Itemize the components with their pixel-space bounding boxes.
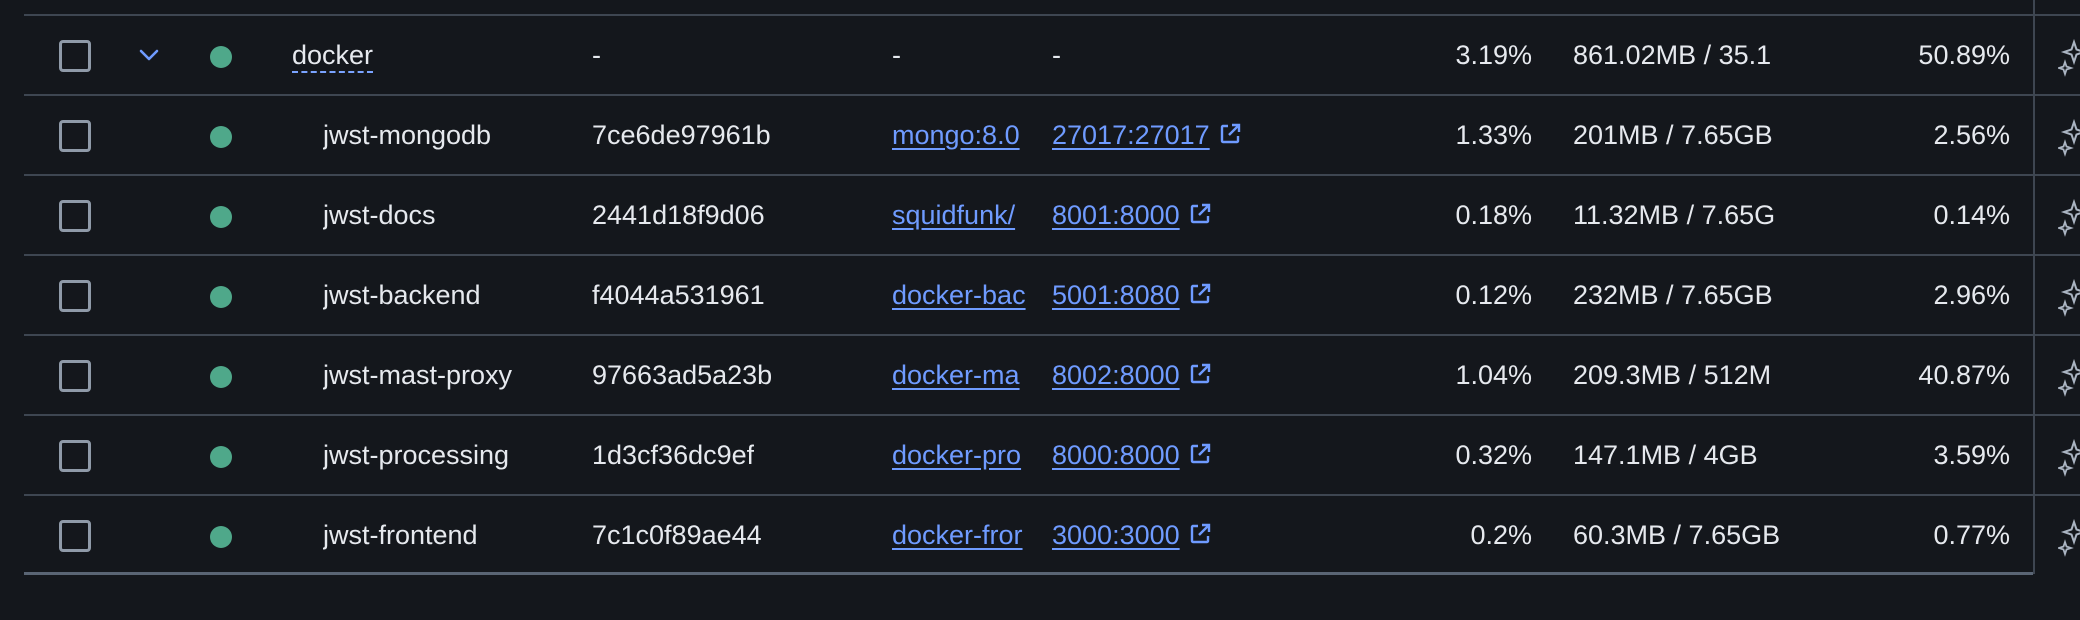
port-mapping[interactable]: 8000:8000 bbox=[1052, 416, 1212, 494]
container-name[interactable]: docker bbox=[292, 16, 374, 94]
container-name[interactable]: jwst-mongodb bbox=[323, 96, 491, 174]
container-image-link[interactable]: squidfunk/ bbox=[892, 176, 1028, 254]
sparkle-icon[interactable] bbox=[2058, 118, 2080, 158]
status-running-dot bbox=[210, 366, 232, 388]
container-group-row[interactable]: docker - - - 3.19% 861.02MB / 35.1 50.89… bbox=[24, 16, 2080, 96]
memory-usage: 209.3MB / 512M bbox=[1573, 360, 1772, 390]
container-id: f4044a531961 bbox=[592, 280, 765, 310]
memory-usage: 147.1MB / 4GB bbox=[1573, 440, 1758, 470]
memory-usage: 232MB / 7.65GB bbox=[1573, 280, 1773, 310]
port-mapping[interactable]: 27017:27017 bbox=[1052, 96, 1242, 174]
memory-percent: 50.89% bbox=[1918, 40, 2010, 70]
sparkle-icon[interactable] bbox=[2058, 518, 2080, 558]
memory-usage: 60.3MB / 7.65GB bbox=[1573, 520, 1781, 550]
cpu-usage: 3.19% bbox=[1455, 40, 1532, 70]
container-id: 7c1c0f89ae44 bbox=[592, 520, 762, 550]
column-divider bbox=[2033, 0, 2035, 574]
status-running-dot bbox=[210, 206, 232, 228]
row-select-checkbox[interactable] bbox=[59, 120, 91, 152]
cpu-usage: 0.2% bbox=[1470, 520, 1532, 550]
status-running-dot bbox=[210, 446, 232, 468]
container-port: - bbox=[1052, 40, 1061, 70]
sparkle-icon[interactable] bbox=[2058, 438, 2080, 478]
row-select-checkbox[interactable] bbox=[59, 440, 91, 472]
external-link-icon[interactable] bbox=[1218, 122, 1242, 146]
port-link[interactable]: 8000:8000 bbox=[1052, 440, 1180, 470]
status-running-dot bbox=[210, 46, 232, 68]
row-select-checkbox[interactable] bbox=[59, 280, 91, 312]
external-link-icon[interactable] bbox=[1188, 522, 1212, 546]
memory-usage: 201MB / 7.65GB bbox=[1573, 120, 1773, 150]
port-link[interactable]: 3000:3000 bbox=[1052, 520, 1180, 550]
row-select-checkbox[interactable] bbox=[59, 40, 91, 72]
port-mapping[interactable]: 8002:8000 bbox=[1052, 336, 1212, 414]
chevron-down-icon[interactable] bbox=[136, 40, 162, 70]
container-image-link[interactable]: docker-pro bbox=[892, 416, 1028, 494]
memory-usage: 11.32MB / 7.65G bbox=[1573, 200, 1776, 230]
container-name[interactable]: jwst-docs bbox=[323, 176, 436, 254]
cpu-usage: 0.32% bbox=[1455, 440, 1532, 470]
external-link-icon[interactable] bbox=[1188, 442, 1212, 466]
external-link-icon[interactable] bbox=[1188, 362, 1212, 386]
table-row[interactable]: jwst-docs 2441d18f9d06 squidfunk/ 8001:8… bbox=[24, 176, 2080, 256]
port-link[interactable]: 8001:8000 bbox=[1052, 200, 1180, 230]
table-row[interactable]: jwst-mast-proxy 97663ad5a23b docker-ma 8… bbox=[24, 336, 2080, 416]
container-image-link[interactable]: docker-bac bbox=[892, 256, 1028, 334]
memory-percent: 40.87% bbox=[1918, 360, 2010, 390]
container-id: 1d3cf36dc9ef bbox=[592, 440, 755, 470]
memory-percent: 2.56% bbox=[1933, 120, 2010, 150]
table-row[interactable]: jwst-frontend 7c1c0f89ae44 docker-fror 3… bbox=[24, 496, 2080, 576]
table-row[interactable]: jwst-processing 1d3cf36dc9ef docker-pro … bbox=[24, 416, 2080, 496]
memory-percent: 0.14% bbox=[1933, 200, 2010, 230]
cpu-usage: 0.18% bbox=[1455, 200, 1532, 230]
container-name[interactable]: jwst-processing bbox=[323, 416, 509, 494]
container-id: - bbox=[592, 40, 601, 70]
cpu-usage: 1.04% bbox=[1455, 360, 1532, 390]
port-link[interactable]: 27017:27017 bbox=[1052, 120, 1210, 150]
container-name[interactable]: jwst-frontend bbox=[323, 496, 478, 574]
memory-usage: 861.02MB / 35.1 bbox=[1573, 40, 1772, 70]
memory-percent: 0.77% bbox=[1933, 520, 2010, 550]
external-link-icon[interactable] bbox=[1188, 282, 1212, 306]
port-mapping[interactable]: 3000:3000 bbox=[1052, 496, 1212, 574]
cpu-usage: 0.12% bbox=[1455, 280, 1532, 310]
port-mapping[interactable]: 8001:8000 bbox=[1052, 176, 1212, 254]
table-row[interactable]: jwst-mongodb 7ce6de97961b mongo:8.0 2701… bbox=[24, 96, 2080, 176]
row-select-checkbox[interactable] bbox=[59, 200, 91, 232]
status-running-dot bbox=[210, 526, 232, 548]
containers-table: docker - - - 3.19% 861.02MB / 35.1 50.89… bbox=[24, 0, 2080, 575]
container-id: 2441d18f9d06 bbox=[592, 200, 765, 230]
external-link-icon[interactable] bbox=[1188, 202, 1212, 226]
table-row[interactable]: jwst-backend f4044a531961 docker-bac 500… bbox=[24, 256, 2080, 336]
container-id: 97663ad5a23b bbox=[592, 360, 773, 390]
status-running-dot bbox=[210, 286, 232, 308]
sparkle-icon[interactable] bbox=[2058, 358, 2080, 398]
status-running-dot bbox=[210, 126, 232, 148]
container-name[interactable]: jwst-mast-proxy bbox=[323, 336, 512, 414]
table-bottom-divider bbox=[24, 572, 2033, 575]
cpu-usage: 1.33% bbox=[1455, 120, 1532, 150]
port-mapping[interactable]: 5001:8080 bbox=[1052, 256, 1212, 334]
container-image: - bbox=[892, 40, 901, 70]
port-link[interactable]: 5001:8080 bbox=[1052, 280, 1180, 310]
sparkle-icon[interactable] bbox=[2058, 198, 2080, 238]
sparkle-icon[interactable] bbox=[2058, 278, 2080, 318]
row-select-checkbox[interactable] bbox=[59, 520, 91, 552]
memory-percent: 2.96% bbox=[1933, 280, 2010, 310]
sparkle-icon[interactable] bbox=[2058, 38, 2080, 78]
container-image-link[interactable]: docker-ma bbox=[892, 336, 1028, 414]
container-name[interactable]: jwst-backend bbox=[323, 256, 481, 334]
memory-percent: 3.59% bbox=[1933, 440, 2010, 470]
row-select-checkbox[interactable] bbox=[59, 360, 91, 392]
container-id: 7ce6de97961b bbox=[592, 120, 771, 150]
container-image-link[interactable]: mongo:8.0 bbox=[892, 96, 1028, 174]
port-link[interactable]: 8002:8000 bbox=[1052, 360, 1180, 390]
container-image-link[interactable]: docker-fror bbox=[892, 496, 1028, 574]
